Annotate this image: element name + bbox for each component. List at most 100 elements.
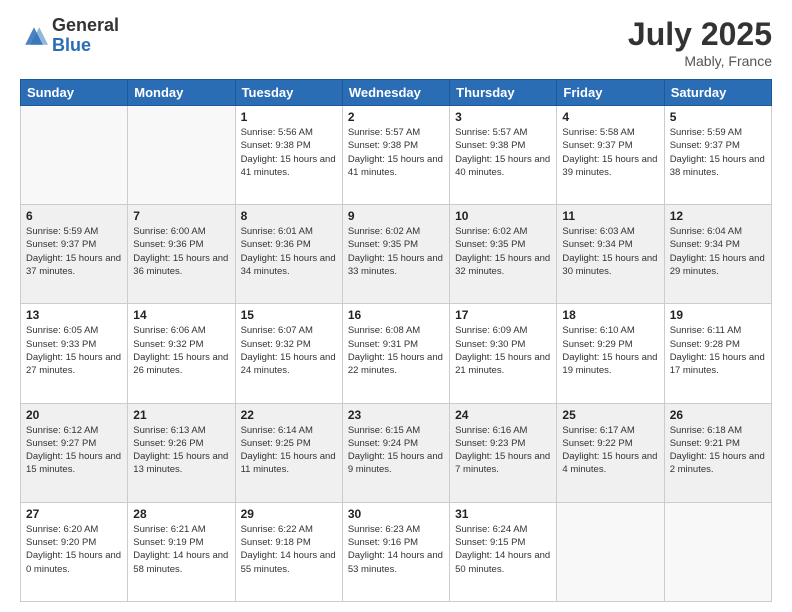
calendar-cell: 12 Sunrise: 6:04 AM Sunset: 9:34 PM Dayli… (664, 205, 771, 304)
day-info: Sunrise: 5:57 AM Sunset: 9:38 PM Dayligh… (455, 126, 551, 179)
day-number: 31 (455, 507, 551, 521)
calendar-cell: 15 Sunrise: 6:07 AM Sunset: 9:32 PM Dayli… (235, 304, 342, 403)
day-number: 26 (670, 408, 766, 422)
day-info: Sunrise: 6:23 AM Sunset: 9:16 PM Dayligh… (348, 523, 444, 576)
day-number: 22 (241, 408, 337, 422)
day-info: Sunrise: 6:22 AM Sunset: 9:18 PM Dayligh… (241, 523, 337, 576)
calendar-cell: 7 Sunrise: 6:00 AM Sunset: 9:36 PM Daylig… (128, 205, 235, 304)
day-info: Sunrise: 6:18 AM Sunset: 9:21 PM Dayligh… (670, 424, 766, 477)
day-number: 12 (670, 209, 766, 223)
day-number: 25 (562, 408, 658, 422)
calendar-cell: 3 Sunrise: 5:57 AM Sunset: 9:38 PM Daylig… (450, 106, 557, 205)
day-number: 7 (133, 209, 229, 223)
day-info: Sunrise: 6:17 AM Sunset: 9:22 PM Dayligh… (562, 424, 658, 477)
calendar-header-saturday: Saturday (664, 80, 771, 106)
calendar-cell: 18 Sunrise: 6:10 AM Sunset: 9:29 PM Dayli… (557, 304, 664, 403)
day-info: Sunrise: 5:59 AM Sunset: 9:37 PM Dayligh… (26, 225, 122, 278)
day-info: Sunrise: 6:20 AM Sunset: 9:20 PM Dayligh… (26, 523, 122, 576)
calendar-week-row: 6 Sunrise: 5:59 AM Sunset: 9:37 PM Daylig… (21, 205, 772, 304)
logo-icon (20, 22, 48, 50)
day-info: Sunrise: 6:09 AM Sunset: 9:30 PM Dayligh… (455, 324, 551, 377)
day-number: 24 (455, 408, 551, 422)
calendar-week-row: 1 Sunrise: 5:56 AM Sunset: 9:38 PM Daylig… (21, 106, 772, 205)
day-info: Sunrise: 6:03 AM Sunset: 9:34 PM Dayligh… (562, 225, 658, 278)
day-number: 28 (133, 507, 229, 521)
calendar-cell: 1 Sunrise: 5:56 AM Sunset: 9:38 PM Daylig… (235, 106, 342, 205)
day-info: Sunrise: 6:00 AM Sunset: 9:36 PM Dayligh… (133, 225, 229, 278)
logo: General Blue (20, 16, 119, 56)
calendar-header-wednesday: Wednesday (342, 80, 449, 106)
calendar-cell: 21Sunrise: 6:13 AM Sunset: 9:26 PM Dayli… (128, 403, 235, 502)
day-number: 17 (455, 308, 551, 322)
day-info: Sunrise: 5:57 AM Sunset: 9:38 PM Dayligh… (348, 126, 444, 179)
calendar-week-row: 27 Sunrise: 6:20 AM Sunset: 9:20 PM Dayli… (21, 502, 772, 601)
calendar-header-row: SundayMondayTuesdayWednesdayThursdayFrid… (21, 80, 772, 106)
day-info: Sunrise: 6:13 AM Sunset: 9:26 PM Dayligh… (133, 424, 229, 477)
logo-blue: Blue (52, 36, 119, 56)
day-info: Sunrise: 6:07 AM Sunset: 9:32 PM Dayligh… (241, 324, 337, 377)
calendar-cell: 30Sunrise: 6:23 AM Sunset: 9:16 PM Dayli… (342, 502, 449, 601)
calendar-cell: 17 Sunrise: 6:09 AM Sunset: 9:30 PM Dayli… (450, 304, 557, 403)
day-number: 6 (26, 209, 122, 223)
day-number: 2 (348, 110, 444, 124)
day-number: 18 (562, 308, 658, 322)
day-number: 20 (26, 408, 122, 422)
day-info: Sunrise: 6:21 AM Sunset: 9:19 PM Dayligh… (133, 523, 229, 576)
day-number: 1 (241, 110, 337, 124)
header: General Blue July 2025 Mably, France (20, 16, 772, 69)
calendar-header-friday: Friday (557, 80, 664, 106)
calendar-cell: 6 Sunrise: 5:59 AM Sunset: 9:37 PM Daylig… (21, 205, 128, 304)
day-info: Sunrise: 6:05 AM Sunset: 9:33 PM Dayligh… (26, 324, 122, 377)
day-number: 3 (455, 110, 551, 124)
calendar-header-tuesday: Tuesday (235, 80, 342, 106)
day-number: 14 (133, 308, 229, 322)
day-number: 5 (670, 110, 766, 124)
day-info: Sunrise: 5:56 AM Sunset: 9:38 PM Dayligh… (241, 126, 337, 179)
calendar-cell (557, 502, 664, 601)
day-number: 29 (241, 507, 337, 521)
day-info: Sunrise: 6:15 AM Sunset: 9:24 PM Dayligh… (348, 424, 444, 477)
day-info: Sunrise: 6:04 AM Sunset: 9:34 PM Dayligh… (670, 225, 766, 278)
calendar-cell: 11Sunrise: 6:03 AM Sunset: 9:34 PM Dayli… (557, 205, 664, 304)
day-info: Sunrise: 6:10 AM Sunset: 9:29 PM Dayligh… (562, 324, 658, 377)
calendar-cell: 29 Sunrise: 6:22 AM Sunset: 9:18 PM Dayli… (235, 502, 342, 601)
calendar-cell: 23 Sunrise: 6:15 AM Sunset: 9:24 PM Dayli… (342, 403, 449, 502)
day-info: Sunrise: 6:24 AM Sunset: 9:15 PM Dayligh… (455, 523, 551, 576)
day-number: 9 (348, 209, 444, 223)
day-info: Sunrise: 6:02 AM Sunset: 9:35 PM Dayligh… (348, 225, 444, 278)
day-number: 27 (26, 507, 122, 521)
calendar-cell: 26 Sunrise: 6:18 AM Sunset: 9:21 PM Dayli… (664, 403, 771, 502)
calendar-cell: 13 Sunrise: 6:05 AM Sunset: 9:33 PM Dayli… (21, 304, 128, 403)
calendar-cell: 28 Sunrise: 6:21 AM Sunset: 9:19 PM Dayli… (128, 502, 235, 601)
day-number: 19 (670, 308, 766, 322)
calendar-cell: 19Sunrise: 6:11 AM Sunset: 9:28 PM Dayli… (664, 304, 771, 403)
page: General Blue July 2025 Mably, France Sun… (0, 0, 792, 612)
calendar-week-row: 13 Sunrise: 6:05 AM Sunset: 9:33 PM Dayli… (21, 304, 772, 403)
calendar-cell: 14 Sunrise: 6:06 AM Sunset: 9:32 PM Dayli… (128, 304, 235, 403)
day-info: Sunrise: 6:02 AM Sunset: 9:35 PM Dayligh… (455, 225, 551, 278)
calendar-cell: 22Sunrise: 6:14 AM Sunset: 9:25 PM Dayli… (235, 403, 342, 502)
day-number: 8 (241, 209, 337, 223)
day-number: 10 (455, 209, 551, 223)
day-info: Sunrise: 6:06 AM Sunset: 9:32 PM Dayligh… (133, 324, 229, 377)
calendar-cell: 2 Sunrise: 5:57 AM Sunset: 9:38 PM Daylig… (342, 106, 449, 205)
calendar-header-thursday: Thursday (450, 80, 557, 106)
calendar-cell: 27 Sunrise: 6:20 AM Sunset: 9:20 PM Dayli… (21, 502, 128, 601)
calendar-cell: 9 Sunrise: 6:02 AM Sunset: 9:35 PM Daylig… (342, 205, 449, 304)
day-number: 13 (26, 308, 122, 322)
day-number: 23 (348, 408, 444, 422)
day-info: Sunrise: 6:16 AM Sunset: 9:23 PM Dayligh… (455, 424, 551, 477)
day-number: 15 (241, 308, 337, 322)
calendar-cell (128, 106, 235, 205)
calendar-header-monday: Monday (128, 80, 235, 106)
day-info: Sunrise: 6:01 AM Sunset: 9:36 PM Dayligh… (241, 225, 337, 278)
calendar-cell: 16Sunrise: 6:08 AM Sunset: 9:31 PM Dayli… (342, 304, 449, 403)
logo-general: General (52, 16, 119, 36)
day-info: Sunrise: 5:59 AM Sunset: 9:37 PM Dayligh… (670, 126, 766, 179)
calendar-cell: 24 Sunrise: 6:16 AM Sunset: 9:23 PM Dayli… (450, 403, 557, 502)
title-block: July 2025 Mably, France (628, 16, 772, 69)
calendar-cell: 20Sunrise: 6:12 AM Sunset: 9:27 PM Dayli… (21, 403, 128, 502)
calendar-cell (664, 502, 771, 601)
logo-text: General Blue (52, 16, 119, 56)
calendar-cell: 8 Sunrise: 6:01 AM Sunset: 9:36 PM Daylig… (235, 205, 342, 304)
